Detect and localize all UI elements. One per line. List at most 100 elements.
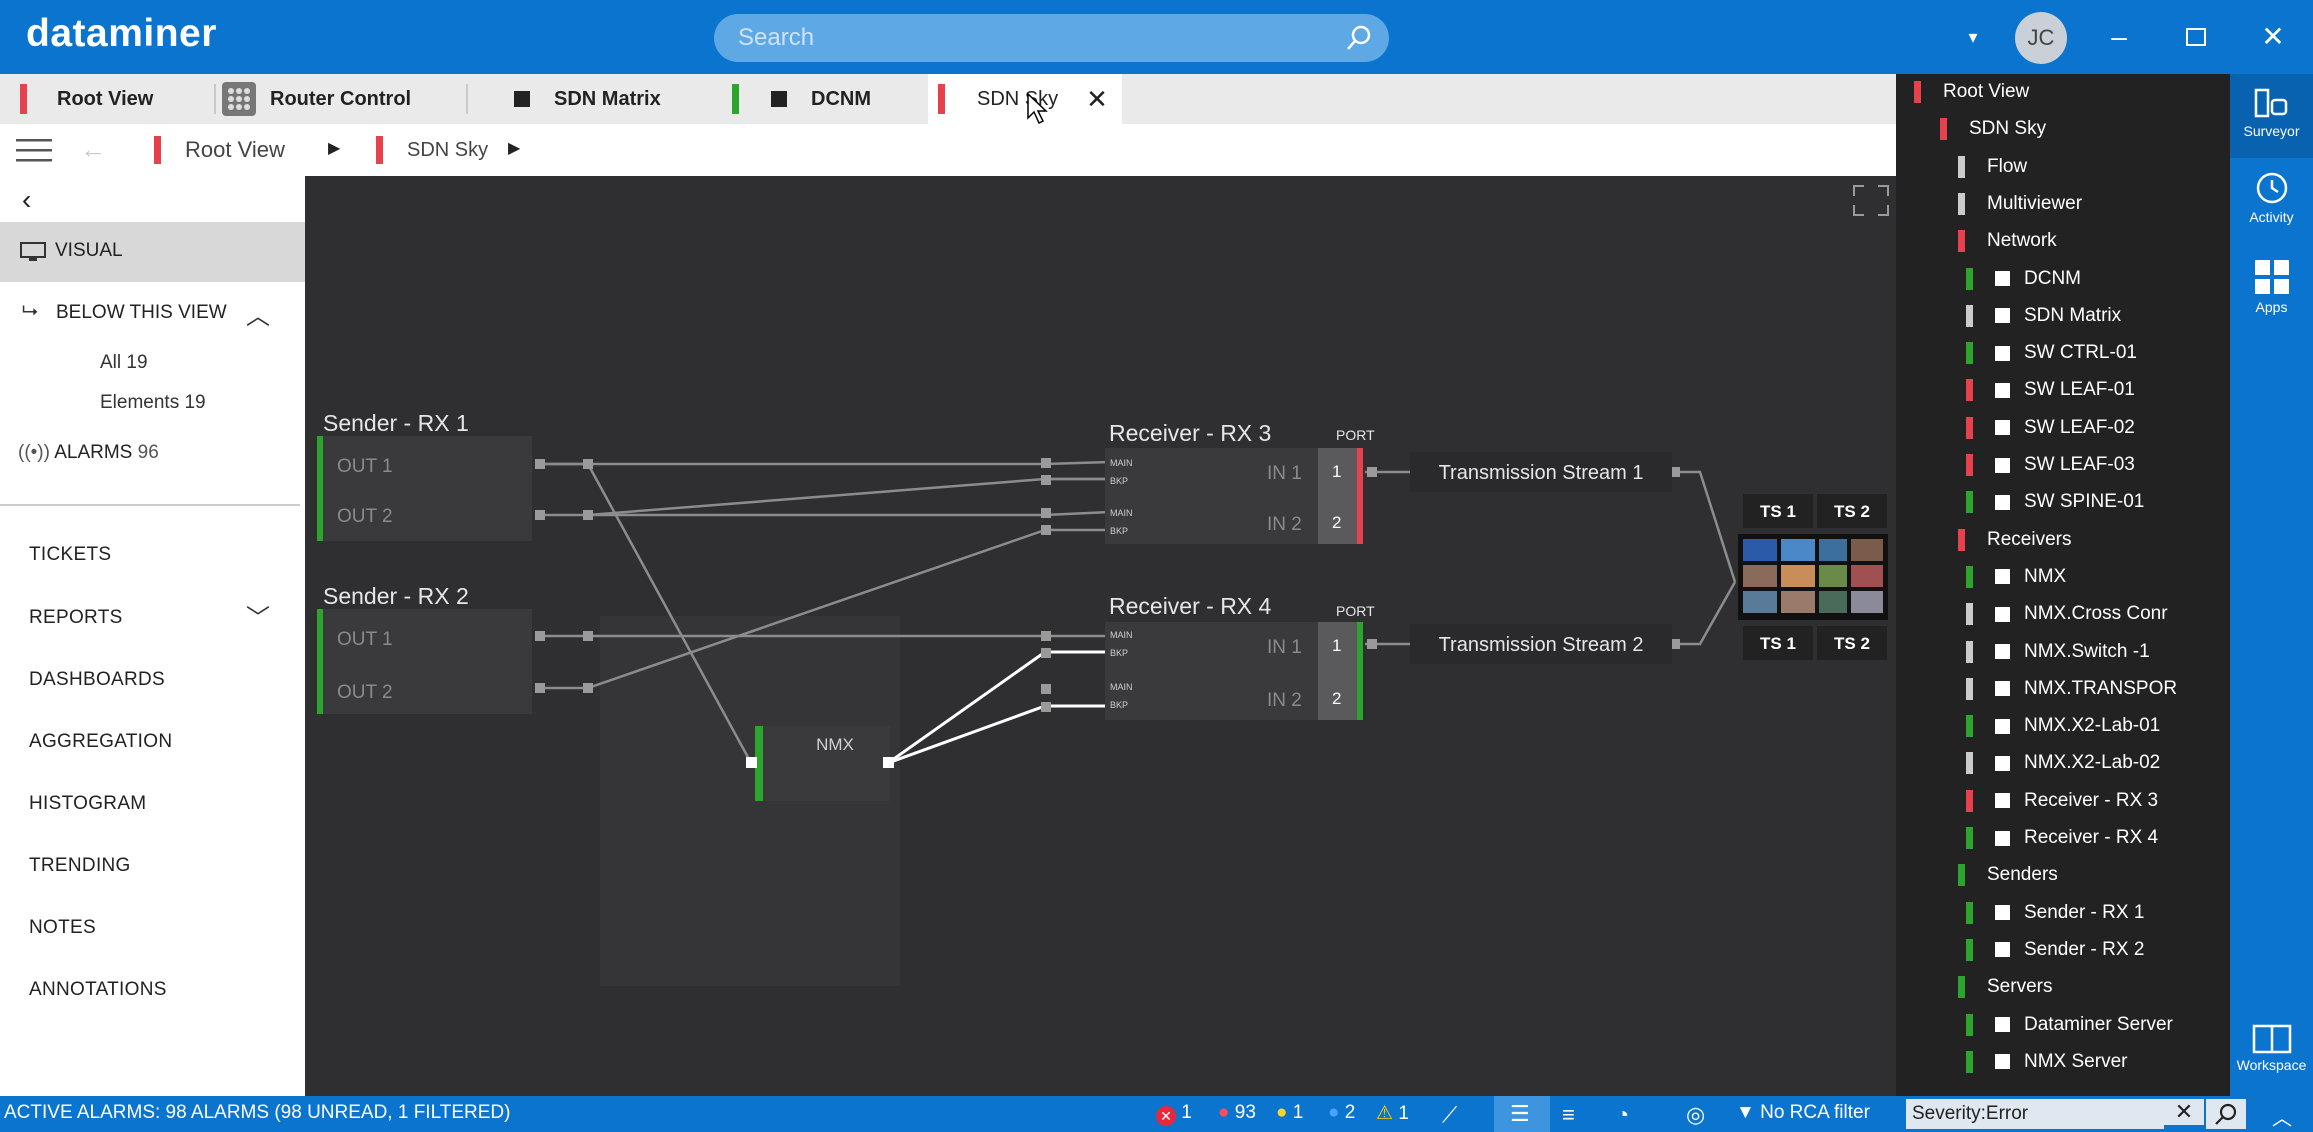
tree-item[interactable]: Sender - RX 1 [1966, 895, 2144, 931]
menu-reports[interactable]: REPORTS [29, 607, 123, 629]
tree-item[interactable]: NMX.Cross Conr [1966, 596, 2168, 632]
minimize-icon[interactable]: – [2096, 0, 2142, 74]
search-input[interactable] [738, 14, 1318, 62]
tree-item[interactable]: Receiver - RX 4 [1966, 820, 2158, 856]
tree-item[interactable]: SW CTRL-01 [1966, 335, 2137, 371]
tree-item[interactable]: Root View [1914, 74, 2029, 110]
menu-tickets[interactable]: TICKETS [29, 544, 111, 566]
tree-item[interactable]: SW LEAF-02 [1966, 410, 2135, 446]
tree-item[interactable]: Network [1958, 223, 2057, 259]
nmx-node[interactable]: NMX [746, 726, 894, 801]
apps-button[interactable]: Apps [2230, 258, 2313, 338]
fullscreen-icon[interactable] [1853, 185, 1889, 216]
menu-aggregation[interactable]: AGGREGATION [29, 731, 172, 753]
receiver-rx3-node[interactable]: Receiver - RX 3 PORT MAIN BKP MAIN BKP I… [1105, 420, 1375, 544]
tree-item[interactable]: Multiviewer [1958, 186, 2082, 222]
tab-sdn-matrix[interactable]: SDN Matrix [514, 74, 714, 124]
pie-chart-icon[interactable]: ◔ [1616, 1102, 1629, 1128]
multiviewer-thumbnails [1743, 539, 1883, 613]
tree-item[interactable]: Senders [1958, 857, 2058, 893]
tree-item[interactable]: Flow [1958, 149, 2027, 185]
sender-rx2-node[interactable]: Sender - RX 2 OUT 1 OUT 2 [317, 583, 532, 714]
search-box [714, 14, 1389, 62]
tree-item[interactable]: SDN Matrix [1966, 298, 2121, 334]
tab-sdn-sky[interactable]: SDN Sky ✕ [928, 74, 1122, 124]
tree-item[interactable]: Servers [1958, 969, 2052, 1005]
app-logo: dataminer [26, 12, 217, 55]
menu-dashboards[interactable]: DASHBOARDS [29, 669, 165, 691]
chevron-right-icon[interactable]: ▶ [508, 138, 520, 158]
clear-filter-icon[interactable]: ✕ [2164, 1099, 2204, 1125]
transmission-stream-1[interactable]: Transmission Stream 1 [1410, 452, 1672, 492]
output-label: OUT 1 [337, 456, 393, 477]
list-view-button[interactable]: ☰ [1494, 1096, 1550, 1132]
back-arrow-icon[interactable]: ← [80, 134, 106, 165]
menu-notes[interactable]: NOTES [29, 917, 96, 939]
filter-elements[interactable]: Elements 19 [100, 392, 206, 414]
tree-item[interactable]: NMX.Switch -1 [1966, 634, 2150, 670]
chevron-down-icon[interactable]: ▾ [1958, 0, 1988, 74]
avatar[interactable]: JC [2015, 12, 2067, 64]
menu-histogram[interactable]: HISTOGRAM [29, 793, 146, 815]
filter-field[interactable]: Severity:Error ✕ [1906, 1099, 2204, 1129]
close-tab-icon[interactable]: ✕ [1086, 84, 1108, 115]
input-label: IN 2 [1267, 690, 1302, 711]
tab-dcnm[interactable]: DCNM [732, 74, 912, 124]
focus-icon[interactable]: ◎ [1686, 1102, 1705, 1128]
chevron-up-icon[interactable]: ︿ [2272, 1102, 2292, 1131]
below-this-view-item[interactable]: ⮡ BELOW THIS VIEW ︿ [0, 292, 305, 332]
tree-item[interactable]: Sender - RX 2 [1966, 932, 2144, 968]
sender-rx1-node[interactable]: Sender - RX 1 OUT 1 OUT 2 [317, 410, 532, 541]
hamburger-menu-icon[interactable] [16, 137, 52, 163]
activity-button[interactable]: Activity [2230, 170, 2313, 250]
minor-alarm-count[interactable]: ● 1 [1276, 1102, 1303, 1124]
menu-annotations[interactable]: ANNOTATIONS [29, 979, 167, 1001]
tree-item[interactable]: NMX.TRANSPOR [1966, 671, 2177, 707]
menu-trending[interactable]: TRENDING [29, 855, 131, 877]
tree-item[interactable]: SW LEAF-03 [1966, 447, 2135, 483]
grid-icon [222, 82, 256, 116]
warning-alarm-count[interactable]: ● 2 [1328, 1102, 1355, 1124]
tree-item[interactable]: NMX.X2-Lab-02 [1966, 745, 2160, 781]
filter-all[interactable]: All 19 [100, 352, 148, 374]
tree-item[interactable]: NMX Server [1966, 1044, 2127, 1080]
tree-item[interactable]: SW LEAF-01 [1966, 372, 2135, 408]
tree-item[interactable]: DCNM [1966, 261, 2081, 297]
chevron-right-icon[interactable]: ▶ [328, 138, 340, 158]
major-alarm-count[interactable]: ● 93 [1218, 1102, 1256, 1124]
sort-icon[interactable]: ≡ [1562, 1102, 1575, 1128]
collapse-back-icon[interactable]: ‹ [22, 184, 31, 216]
chevron-up-icon[interactable]: ︿ [246, 296, 270, 331]
close-icon[interactable]: ✕ [2250, 0, 2296, 74]
tree-item[interactable]: NMX [1966, 559, 2066, 595]
tree-item[interactable]: Receiver - RX 3 [1966, 783, 2158, 819]
workspace-button[interactable]: Workspace [2230, 1024, 2313, 1094]
restore-icon[interactable] [2186, 28, 2206, 46]
tree-item-label: Root View [1943, 81, 2030, 102]
breadcrumb-root-view[interactable]: Root View [154, 136, 285, 164]
multiviewer-node[interactable]: TS 1 TS 2 TS 1 TS 2 [1738, 494, 1888, 660]
tree-item[interactable]: SW SPINE-01 [1966, 484, 2144, 520]
search-button[interactable] [2206, 1099, 2246, 1129]
receiver-rx4-node[interactable]: Receiver - RX 4 PORT MAIN BKP MAIN BKP I… [1105, 593, 1375, 720]
surveyor-button[interactable]: Surveyor [2230, 74, 2313, 158]
critical-alarm-count[interactable]: ✕ 1 [1156, 1102, 1192, 1126]
transmission-stream-2[interactable]: Transmission Stream 2 [1410, 624, 1672, 664]
tree-item[interactable]: Dataminer Server [1966, 1007, 2173, 1043]
visual-item[interactable]: VISUAL [0, 222, 305, 282]
tree-item[interactable]: SDN Sky [1940, 111, 2047, 148]
breadcrumb-sdn-sky[interactable]: SDN Sky [376, 136, 488, 164]
tree-item[interactable]: NMX.X2-Lab-01 [1966, 708, 2160, 744]
active-alarms-text[interactable]: ACTIVE ALARMS: 98 ALARMS (98 UNREAD, 1 F… [4, 1102, 510, 1124]
port-number: 1 [1332, 462, 1341, 481]
tab-router-control[interactable]: Router Control [222, 74, 462, 124]
search-icon[interactable] [1345, 24, 1373, 52]
chevron-down-icon[interactable]: ﹀ [246, 598, 270, 633]
notice-alarm-count[interactable]: ⚠ 1 [1376, 1102, 1409, 1125]
alarms-count: 96 [137, 442, 159, 463]
rca-filter[interactable]: ▼ No RCA filter [1736, 1102, 1870, 1124]
tab-root-view[interactable]: Root View [20, 74, 208, 124]
alarms-item[interactable]: ((•)) ALARMS 96 [18, 442, 159, 464]
tree-item[interactable]: Receivers [1958, 522, 2071, 558]
trend-chart-icon[interactable]: ⟋ [1442, 1102, 1457, 1128]
